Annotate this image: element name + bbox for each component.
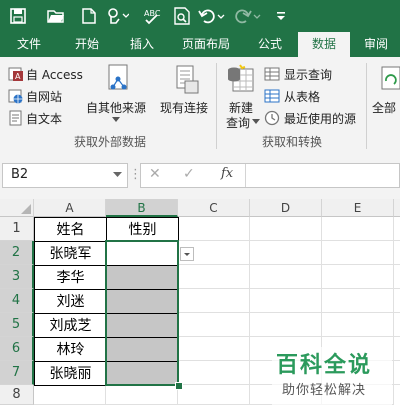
- other-sources-icon: [108, 64, 128, 90]
- cell-b2[interactable]: [106, 241, 179, 266]
- watermark-subtitle: 助你轻松解决: [282, 383, 367, 398]
- redo-icon[interactable]: [234, 6, 262, 26]
- watermark-title: 百科全说: [276, 353, 373, 378]
- from-access-button[interactable]: 自 Access: [26, 66, 83, 83]
- tab-formulas[interactable]: 公式: [244, 32, 296, 57]
- cell-b1[interactable]: 性别: [106, 217, 179, 242]
- formula-divider: [245, 164, 246, 187]
- ribbon-data: A 自 Access 自网站 自文本 自其他来源 现有连接 新建 查询 显示查询…: [0, 57, 400, 154]
- column-header-d[interactable]: D: [250, 199, 322, 217]
- tab-page-layout[interactable]: 页面布局: [168, 32, 244, 57]
- group-divider: [366, 63, 367, 149]
- refresh-all-icon: [381, 66, 400, 90]
- cell-a1[interactable]: 姓名: [34, 217, 107, 242]
- show-queries-button[interactable]: 显示查询: [284, 66, 332, 83]
- cell-a3[interactable]: 李华: [34, 265, 107, 290]
- from-web-button[interactable]: 自网站: [26, 88, 62, 105]
- refresh-all-button[interactable]: 全部: [372, 99, 396, 116]
- select-all-corner[interactable]: [0, 199, 34, 217]
- group-label-external-data: 获取外部数据: [74, 135, 147, 149]
- row-header-7[interactable]: 7: [0, 361, 34, 385]
- row-header-6[interactable]: 6: [0, 337, 34, 361]
- from-table-button[interactable]: 从表格: [284, 88, 320, 105]
- row-header-8[interactable]: 8: [0, 385, 34, 405]
- row-header-4[interactable]: 4: [0, 289, 34, 313]
- from-table-icon: [264, 89, 280, 103]
- web-icon: [8, 89, 23, 104]
- tab-review[interactable]: 审阅: [352, 32, 400, 57]
- name-box[interactable]: B2: [2, 163, 128, 188]
- new-file-icon[interactable]: [80, 6, 98, 26]
- from-text-button[interactable]: 自文本: [26, 110, 62, 127]
- group-label-get-transform: 获取和转换: [262, 135, 323, 149]
- watermark: 百科全说 助你轻松解决: [272, 347, 392, 405]
- svg-text:ABC: ABC: [144, 9, 161, 18]
- cell-b5[interactable]: [106, 313, 179, 338]
- undo-icon[interactable]: [198, 6, 226, 26]
- column-header-b[interactable]: B: [106, 199, 178, 217]
- row-header-3[interactable]: 3: [0, 265, 34, 289]
- customize-toolbar-icon[interactable]: [272, 6, 290, 26]
- cell-b6[interactable]: [106, 337, 179, 362]
- cell-b8[interactable]: [106, 385, 178, 405]
- formula-input-area[interactable]: ✕ ✓ fx: [140, 163, 400, 188]
- row-header-5[interactable]: 5: [0, 313, 34, 337]
- cell-b7[interactable]: [106, 361, 179, 386]
- show-queries-icon: [264, 67, 280, 81]
- insert-function-icon[interactable]: fx: [221, 166, 233, 181]
- cell-a5[interactable]: 刘成芝: [34, 313, 107, 338]
- existing-connections-icon: [176, 65, 199, 94]
- cell-b4[interactable]: [106, 289, 179, 314]
- cancel-icon[interactable]: ✕: [149, 166, 161, 182]
- new-query-sublabel[interactable]: 查询: [226, 114, 250, 131]
- cell-range-c[interactable]: [178, 217, 250, 405]
- cell-a4[interactable]: 刘迷: [34, 289, 107, 314]
- grid-line: [178, 312, 400, 313]
- cell-b3[interactable]: [106, 265, 179, 290]
- tab-insert[interactable]: 插入: [116, 32, 168, 57]
- spelling-check-icon[interactable]: ABC: [142, 6, 162, 26]
- existing-connections-button[interactable]: 现有连接: [160, 99, 208, 116]
- cell-a7[interactable]: 张晓丽: [34, 361, 107, 386]
- row-header-2[interactable]: 2: [0, 241, 34, 265]
- grid-line: [178, 288, 400, 289]
- grid-line: [178, 336, 400, 337]
- tab-data[interactable]: 数据: [298, 32, 350, 57]
- column-header-a[interactable]: A: [34, 199, 106, 217]
- cell-a8[interactable]: [34, 385, 106, 405]
- chevron-down-icon: [252, 119, 260, 124]
- validation-dropdown-button[interactable]: [180, 247, 194, 261]
- print-preview-icon[interactable]: [172, 6, 192, 26]
- name-box-value: B2: [11, 167, 29, 182]
- ribbon-tabs: 文件 开始 插入 页面布局 公式 数据 审阅: [0, 32, 400, 57]
- quick-access-toolbar: ABC: [0, 0, 400, 32]
- fill-handle[interactable]: [175, 382, 183, 390]
- touch-mode-icon[interactable]: [104, 6, 130, 26]
- text-file-icon: [9, 110, 22, 126]
- save-icon[interactable]: [8, 6, 28, 26]
- cell-a2[interactable]: 张晓军: [34, 241, 107, 266]
- grid-line: [178, 264, 400, 265]
- recent-sources-icon: [264, 110, 280, 126]
- formula-bar: B2 ⋮ ✕ ✓ fx: [0, 153, 400, 199]
- tab-file[interactable]: 文件: [0, 32, 58, 57]
- open-folder-icon[interactable]: [46, 6, 66, 26]
- column-header-f[interactable]: [394, 199, 400, 217]
- chevron-down-icon: [112, 117, 120, 122]
- column-header-c[interactable]: C: [178, 199, 250, 217]
- recent-sources-button[interactable]: 最近使用的源: [284, 110, 356, 127]
- access-db-icon: A: [8, 67, 23, 81]
- confirm-icon[interactable]: ✓: [183, 166, 195, 182]
- other-sources-button[interactable]: 自其他来源: [86, 99, 146, 116]
- row-header-1[interactable]: 1: [0, 217, 34, 241]
- cell-a6[interactable]: 林玲: [34, 337, 107, 362]
- chevron-down-icon: [113, 172, 122, 177]
- svg-text:A: A: [15, 72, 21, 81]
- tab-home[interactable]: 开始: [58, 32, 116, 57]
- group-divider: [216, 63, 217, 149]
- spreadsheet-grid: A B C D E 1 2 3 4 5 6 7 8 姓名 张晓军 李华 刘迷 刘…: [0, 199, 400, 409]
- column-header-e[interactable]: E: [322, 199, 394, 217]
- new-query-icon: [228, 64, 254, 92]
- grid-line: [178, 240, 400, 241]
